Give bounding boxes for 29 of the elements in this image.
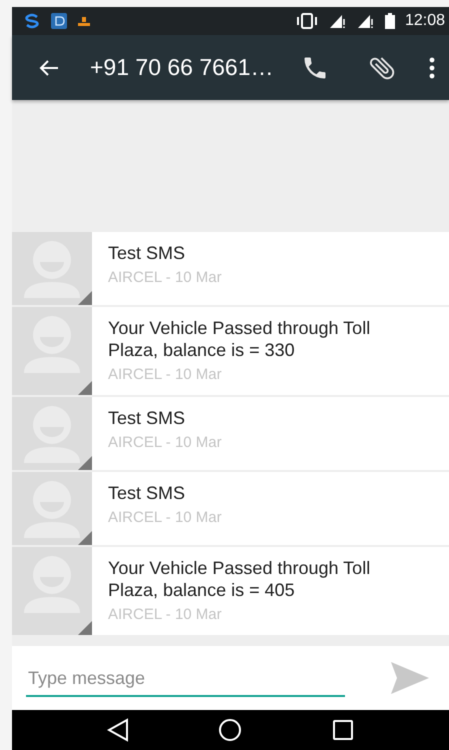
- swirl-icon: [24, 13, 40, 29]
- circle-icon: [218, 718, 242, 742]
- message-meta: AIRCEL - 10 Mar: [108, 366, 223, 383]
- signal-icon: [356, 13, 375, 29]
- upload-icon: [78, 16, 90, 26]
- app-icon: [50, 12, 68, 30]
- corner-mark-icon: [78, 531, 92, 545]
- corner-mark-icon: [78, 456, 92, 470]
- vibrate-icon: [294, 13, 319, 29]
- more-dots-icon: [429, 56, 435, 78]
- square-icon: [332, 719, 354, 741]
- message-meta: AIRCEL - 10 Mar: [108, 606, 223, 623]
- message-text: Test SMS: [108, 482, 186, 504]
- signal-icon: [328, 13, 347, 29]
- contact-title: +91 70 66 7661…: [90, 54, 274, 81]
- message-meta: AIRCEL - 10 Mar: [108, 509, 223, 526]
- corner-mark-icon: [78, 621, 92, 635]
- corner-mark-icon: [78, 291, 92, 305]
- message-text: Your Vehicle Passed through Toll Plaza, balance is = 405: [108, 557, 372, 601]
- triangle-icon: [106, 718, 129, 742]
- message-text: Test SMS: [108, 242, 186, 264]
- message-meta: AIRCEL - 10 Mar: [108, 434, 223, 451]
- clock-time: 12:08: [404, 12, 445, 30]
- message-text: Your Vehicle Passed through Toll Plaza, balance is = 330: [108, 317, 372, 361]
- corner-mark-icon: [78, 381, 92, 395]
- battery-icon: [384, 13, 395, 29]
- message-text: Test SMS: [108, 407, 186, 429]
- send-icon: [391, 662, 429, 694]
- message-meta: AIRCEL - 10 Mar: [108, 269, 223, 286]
